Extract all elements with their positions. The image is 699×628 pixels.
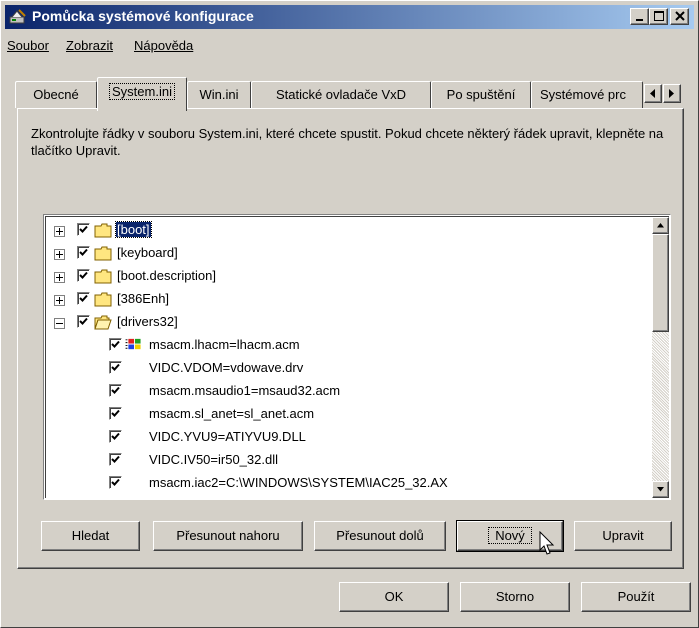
check-icon [79,248,88,256]
scroll-thumb[interactable] [652,234,669,332]
minimize-button[interactable] [630,8,649,25]
checkbox[interactable] [77,315,90,328]
tree-section-label: [boot] [115,221,152,238]
tree-entry[interactable]: VIDC.IV50=ir50_32.dll [54,451,634,474]
tab-po-spusteni[interactable]: Po spuštění [431,81,531,108]
arrow-left-icon [650,89,655,98]
scroll-down-button[interactable] [652,481,669,498]
check-icon [111,455,120,463]
tab-win-ini[interactable]: Win.ini [187,81,251,108]
check-icon [79,271,88,279]
checkbox[interactable] [77,269,90,282]
checkbox[interactable] [109,453,122,466]
checkbox[interactable] [77,292,90,305]
maximize-button[interactable] [649,8,668,25]
minimize-icon [636,19,643,21]
checkbox[interactable] [77,246,90,259]
tree-entry[interactable]: msacm.iac2=C:\WINDOWS\SYSTEM\IAC25_32.AX [54,474,634,497]
check-icon [111,340,120,348]
move-down-button[interactable]: Přesunout dolů [314,521,446,551]
tree-entry[interactable]: VIDC.YVU9=ATIYVU9.DLL [54,428,634,451]
check-icon [111,409,120,417]
check-icon [79,225,88,233]
menu-soubor[interactable]: Soubor [7,38,49,53]
checkbox[interactable] [77,223,90,236]
check-icon [111,432,120,440]
window: Pomůcka systémové konfigurace Soubor Zob… [0,0,699,628]
expand-plus-icon[interactable] [54,295,65,306]
tree-section-drivers32[interactable]: [drivers32] [54,313,634,336]
menu-napoveda[interactable]: Nápověda [134,38,193,53]
checkbox[interactable] [109,361,122,374]
ini-tree-view[interactable]: [boot] [keyboard] [boot.description] [38… [43,214,671,500]
tree-section-label: [keyboard] [117,245,178,260]
tree-entry-label: msacm.lhacm=lhacm.acm [149,337,300,352]
checkbox[interactable] [109,384,122,397]
tree-entry[interactable]: msacm.sl_anet=sl_anet.acm [54,405,634,428]
tree-section-boot-description[interactable]: [boot.description] [54,267,634,290]
tree-entry-label: VIDC.YVU9=ATIYVU9.DLL [149,429,306,444]
close-button[interactable] [670,8,689,25]
tree-entry-label: msacm.iac2=C:\WINDOWS\SYSTEM\IAC25_32.AX [149,475,448,490]
checkbox[interactable] [109,430,122,443]
apply-button[interactable]: Použít [581,582,691,612]
tree-section-386enh[interactable]: [386Enh] [54,290,634,313]
tab-scroll-right-button[interactable] [663,84,681,103]
tab-system-ini[interactable]: System.ini [97,77,187,111]
arrow-right-icon [669,89,674,98]
tab-systemove-prostredi[interactable]: Systémové prc [531,81,643,108]
tab-staticke-ovladace[interactable]: Statické ovladače VxD [251,81,431,108]
open-folder-icon [94,315,112,330]
tree-section-boot[interactable]: [boot] [54,221,634,244]
collapse-minus-icon[interactable] [54,318,65,329]
folder-icon [94,269,112,284]
tree-entry-label: VIDC.VDOM=vdowave.drv [149,360,304,375]
move-up-button[interactable]: Přesunout nahoru [153,521,303,551]
expand-plus-icon[interactable] [54,249,65,260]
scroll-up-button[interactable] [652,217,669,234]
window-title: Pomůcka systémové konfigurace [32,8,254,24]
tree-entry-label: VIDC.IV50=ir50_32.dll [149,452,278,467]
arrow-down-icon [657,487,664,492]
mouse-cursor-icon [539,531,555,555]
maximize-icon [654,11,664,21]
tree-entry[interactable]: VIDC.VDOM=vdowave.drv [54,359,634,382]
checkbox[interactable] [109,407,122,420]
check-icon [79,294,88,302]
close-icon [675,11,685,21]
menu-zobrazit[interactable]: Zobrazit [66,38,113,53]
tree-entry[interactable]: msacm.msaudio1=msaud32.acm [54,382,634,405]
instructions-text: Zkontrolujte řádky v souboru System.ini,… [31,126,664,158]
check-icon [79,317,88,325]
cancel-button[interactable]: Storno [460,582,570,612]
title-bar[interactable]: Pomůcka systémové konfigurace [5,5,694,29]
tree-section-label: [boot.description] [117,268,217,283]
tab-obecne[interactable]: Obecné [15,81,97,108]
folder-icon [94,223,112,238]
edit-button[interactable]: Upravit [574,521,672,551]
folder-icon [94,246,112,261]
checkbox[interactable] [109,338,122,351]
check-icon [111,478,120,486]
find-button[interactable]: Hledat [41,521,140,551]
check-icon [111,363,120,371]
tree-entry[interactable]: msacm.lhacm=lhacm.acm [54,336,634,359]
expand-plus-icon[interactable] [54,226,65,237]
check-icon [111,386,120,394]
tab-scroll-left-button[interactable] [644,84,662,103]
msconfig-icon [9,9,26,24]
tree-entry-label: msacm.sl_anet=sl_anet.acm [149,406,315,421]
ok-button[interactable]: OK [339,582,449,612]
windows-flag-icon [125,338,141,350]
arrow-up-icon [657,223,664,228]
tree-section-keyboard[interactable]: [keyboard] [54,244,634,267]
tree-section-label: [drivers32] [117,314,178,329]
tree-section-label: [386Enh] [117,291,170,306]
expand-plus-icon[interactable] [54,272,65,283]
tree-entry-label: msacm.msaudio1=msaud32.acm [149,383,341,398]
vertical-scrollbar[interactable] [652,217,669,498]
folder-icon [94,292,112,307]
checkbox[interactable] [109,476,122,489]
